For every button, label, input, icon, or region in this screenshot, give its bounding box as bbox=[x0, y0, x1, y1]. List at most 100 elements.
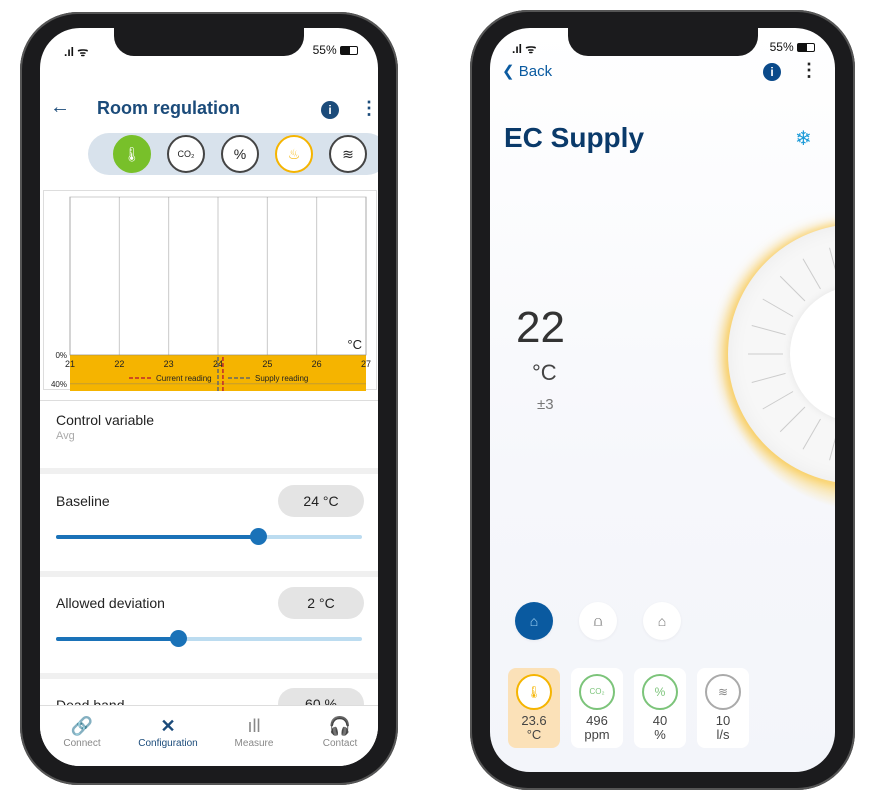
tile-unit: ppm bbox=[584, 727, 610, 742]
signal-wifi-icon: .ıl ᯤ bbox=[512, 42, 537, 56]
nav-connect[interactable]: 🔗 Connect bbox=[42, 714, 122, 749]
right-phone: .ıl ᯤ 55% ❮ Back i ⋮ EC Supply ❄ 22 °C ±… bbox=[470, 10, 855, 790]
mode-airflow-icon[interactable]: ≋ bbox=[329, 135, 367, 173]
notch bbox=[568, 28, 758, 56]
tile-unit: °C bbox=[526, 727, 542, 742]
right-screen: .ıl ᯤ 55% ❮ Back i ⋮ EC Supply ❄ 22 °C ±… bbox=[490, 28, 835, 772]
battery-status: 55% bbox=[770, 40, 815, 54]
tile-value: 40 bbox=[652, 713, 668, 728]
baseline-slider[interactable] bbox=[56, 528, 362, 545]
dial-tick bbox=[762, 298, 794, 317]
headset-icon: 🎧 bbox=[328, 716, 352, 736]
signal-wifi-icon: .ıl ᯤ bbox=[64, 45, 89, 59]
setpoint-unit: °C bbox=[532, 360, 557, 385]
setpoint-deviation: ±3 bbox=[537, 396, 554, 413]
control-variable-label: Control variable bbox=[56, 412, 155, 428]
battery-status: 55% bbox=[313, 43, 358, 57]
divider bbox=[40, 400, 378, 401]
more-vertical-icon[interactable]: ⋮ bbox=[360, 98, 378, 119]
x-tick-label: 25 bbox=[262, 359, 272, 369]
left-phone: .ıl ᯤ 55% ← Room regulation i ⋮ 🌡 CO₂% ♨ ≋ … bbox=[20, 12, 398, 785]
dial-tick bbox=[802, 418, 821, 450]
tile-unit: l/s bbox=[716, 727, 730, 742]
nav-label: Measure bbox=[234, 738, 274, 749]
nav-label: Configuration bbox=[138, 738, 198, 749]
sensor-tile[interactable]: 🌡 23.6 °C bbox=[508, 668, 560, 748]
setpoint-value: 22 bbox=[516, 303, 565, 352]
dial-tick bbox=[762, 391, 794, 410]
back-button[interactable]: ← bbox=[50, 96, 70, 119]
control-variable-value[interactable]: Avg bbox=[56, 430, 75, 442]
divider bbox=[40, 673, 378, 679]
bar-chart-icon: ıll bbox=[247, 716, 261, 736]
temperature-dial[interactable] bbox=[728, 224, 835, 484]
tile-value: 23.6 bbox=[521, 713, 547, 728]
nav-label: Contact bbox=[322, 738, 358, 749]
mode-humidity-drop-icon[interactable]: % bbox=[221, 135, 259, 173]
x-tick-label: 27 bbox=[361, 359, 371, 369]
baseline-value[interactable]: 24 °C bbox=[278, 485, 364, 517]
mode-thermometer-icon[interactable]: 🌡 bbox=[113, 135, 151, 173]
nav-contact[interactable]: 🎧 Contact bbox=[300, 714, 378, 749]
battery-icon bbox=[797, 43, 815, 53]
dial-ticks bbox=[748, 247, 835, 461]
info-icon[interactable]: i bbox=[763, 63, 781, 81]
nav-measure[interactable]: ıll Measure bbox=[214, 714, 294, 749]
slider-thumb[interactable] bbox=[249, 528, 267, 545]
slider-fill bbox=[56, 637, 179, 641]
unit-label: °C bbox=[347, 337, 362, 352]
divider bbox=[40, 571, 378, 577]
dial-tick bbox=[802, 258, 821, 290]
regulation-chart: 212223242526270%40%80%120%160%200%°CCurr… bbox=[47, 196, 371, 504]
zone-building-people-icon[interactable]: ⌂ bbox=[643, 602, 681, 640]
tile-value: 496 bbox=[586, 713, 608, 728]
zone-room-person-icon[interactable]: ⩍ bbox=[579, 602, 617, 640]
slider-thumb[interactable] bbox=[170, 630, 188, 647]
dial-tick bbox=[779, 275, 806, 302]
page-title: EC Supply bbox=[504, 122, 645, 153]
tile-unit: % bbox=[654, 727, 666, 742]
left-screen: .ıl ᯤ 55% ← Room regulation i ⋮ 🌡 CO₂% ♨ ≋ … bbox=[40, 28, 378, 766]
tile-value: 10 bbox=[715, 713, 731, 728]
tools-icon: ✕ bbox=[160, 716, 176, 736]
notch bbox=[114, 28, 304, 56]
thermometer-icon: 🌡 bbox=[516, 674, 552, 710]
legend-supply: Supply reading bbox=[255, 374, 308, 383]
info-icon[interactable]: i bbox=[321, 101, 339, 119]
x-tick-label: 22 bbox=[114, 359, 124, 369]
sensor-tile[interactable]: CO₂ 496 ppm bbox=[571, 668, 623, 748]
zone-room-occupied-icon[interactable]: ⌂ bbox=[515, 602, 553, 640]
mode-person-heat-icon[interactable]: ♨ bbox=[275, 135, 313, 173]
link-icon: 🔗 bbox=[70, 716, 94, 736]
x-tick-label: 21 bbox=[65, 359, 75, 369]
allowed-deviation-label: Allowed deviation bbox=[56, 595, 165, 611]
slider-fill bbox=[56, 535, 258, 539]
dial-tick bbox=[829, 437, 835, 461]
dial-tick bbox=[751, 325, 786, 336]
back-button[interactable]: ❮ Back bbox=[502, 62, 552, 80]
deviation-slider[interactable] bbox=[56, 630, 362, 647]
dial-tick bbox=[829, 247, 835, 271]
allowed-deviation-value[interactable]: 2 °C bbox=[278, 587, 364, 619]
x-tick-label: 23 bbox=[164, 359, 174, 369]
nav-label: Connect bbox=[63, 738, 101, 749]
bottom-nav: 🔗 Connect ✕ Configuration ıll Measure 🎧 Contact bbox=[40, 705, 378, 766]
battery-percent: 55% bbox=[769, 40, 794, 54]
battery-percent: 55% bbox=[312, 43, 337, 57]
y-tick-label: 40% bbox=[51, 380, 67, 389]
legend-current: Current reading bbox=[156, 374, 212, 383]
dial-tick bbox=[779, 406, 806, 433]
snowflake-icon: ❄ bbox=[795, 128, 812, 150]
sensor-tile[interactable]: % 40% bbox=[634, 668, 686, 748]
dial-tick bbox=[751, 372, 786, 383]
nav-configuration[interactable]: ✕ Configuration bbox=[128, 714, 208, 749]
back-label: Back bbox=[518, 63, 553, 80]
chart-card: 212223242526270%40%80%120%160%200%°CCurr… bbox=[43, 190, 377, 504]
divider bbox=[40, 468, 378, 474]
battery-icon bbox=[340, 46, 358, 56]
sensor-tile[interactable]: ≋ 10 l/s bbox=[697, 668, 749, 748]
y-tick-label: 0% bbox=[55, 351, 67, 360]
more-vertical-icon[interactable]: ⋮ bbox=[800, 60, 818, 81]
x-tick-label: 26 bbox=[312, 359, 322, 369]
mode-co2-cloud-icon[interactable]: CO₂ bbox=[167, 135, 205, 173]
